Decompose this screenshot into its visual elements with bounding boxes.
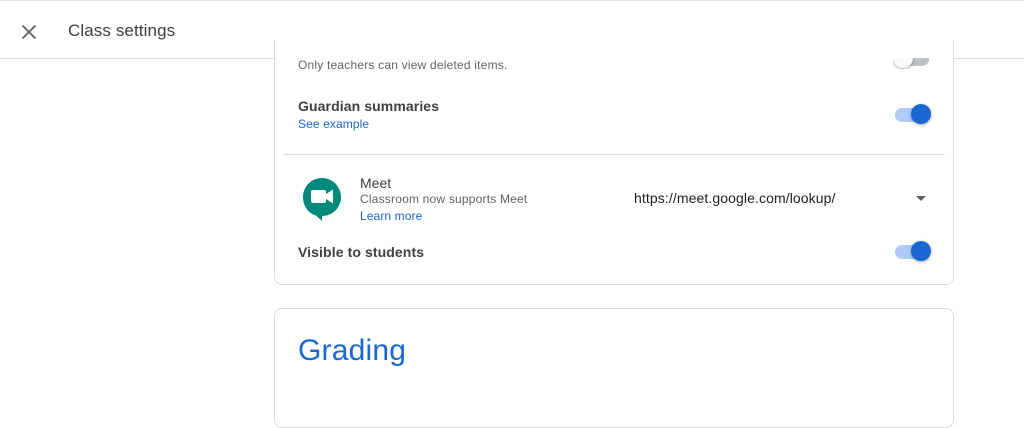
grading-card [274, 308, 954, 428]
guardian-summaries-label: Guardian summaries [298, 98, 440, 114]
guardian-summaries-toggle[interactable] [893, 103, 931, 125]
grading-heading: Grading [298, 334, 407, 367]
section-divider [283, 154, 945, 155]
learn-more-link[interactable]: Learn more [360, 209, 422, 223]
toggle-thumb [911, 104, 931, 124]
toggle-thumb [911, 241, 931, 261]
meet-subtitle: Classroom now supports Meet [360, 192, 528, 206]
dropdown-arrow-icon [916, 196, 926, 201]
see-example-link[interactable]: See example [298, 117, 369, 131]
google-meet-icon [303, 178, 341, 221]
close-icon [22, 25, 36, 39]
page-title: Class settings [68, 21, 176, 40]
meet-title: Meet [360, 175, 392, 191]
close-button[interactable] [14, 17, 44, 47]
meet-link-dropdown[interactable]: https://meet.google.com/lookup/ [634, 190, 934, 212]
visible-to-students-label: Visible to students [298, 244, 425, 260]
meet-link-value: https://meet.google.com/lookup/ [634, 190, 836, 206]
visible-to-students-toggle[interactable] [893, 240, 931, 262]
deleted-items-description: Only teachers can view deleted items. [298, 58, 508, 72]
